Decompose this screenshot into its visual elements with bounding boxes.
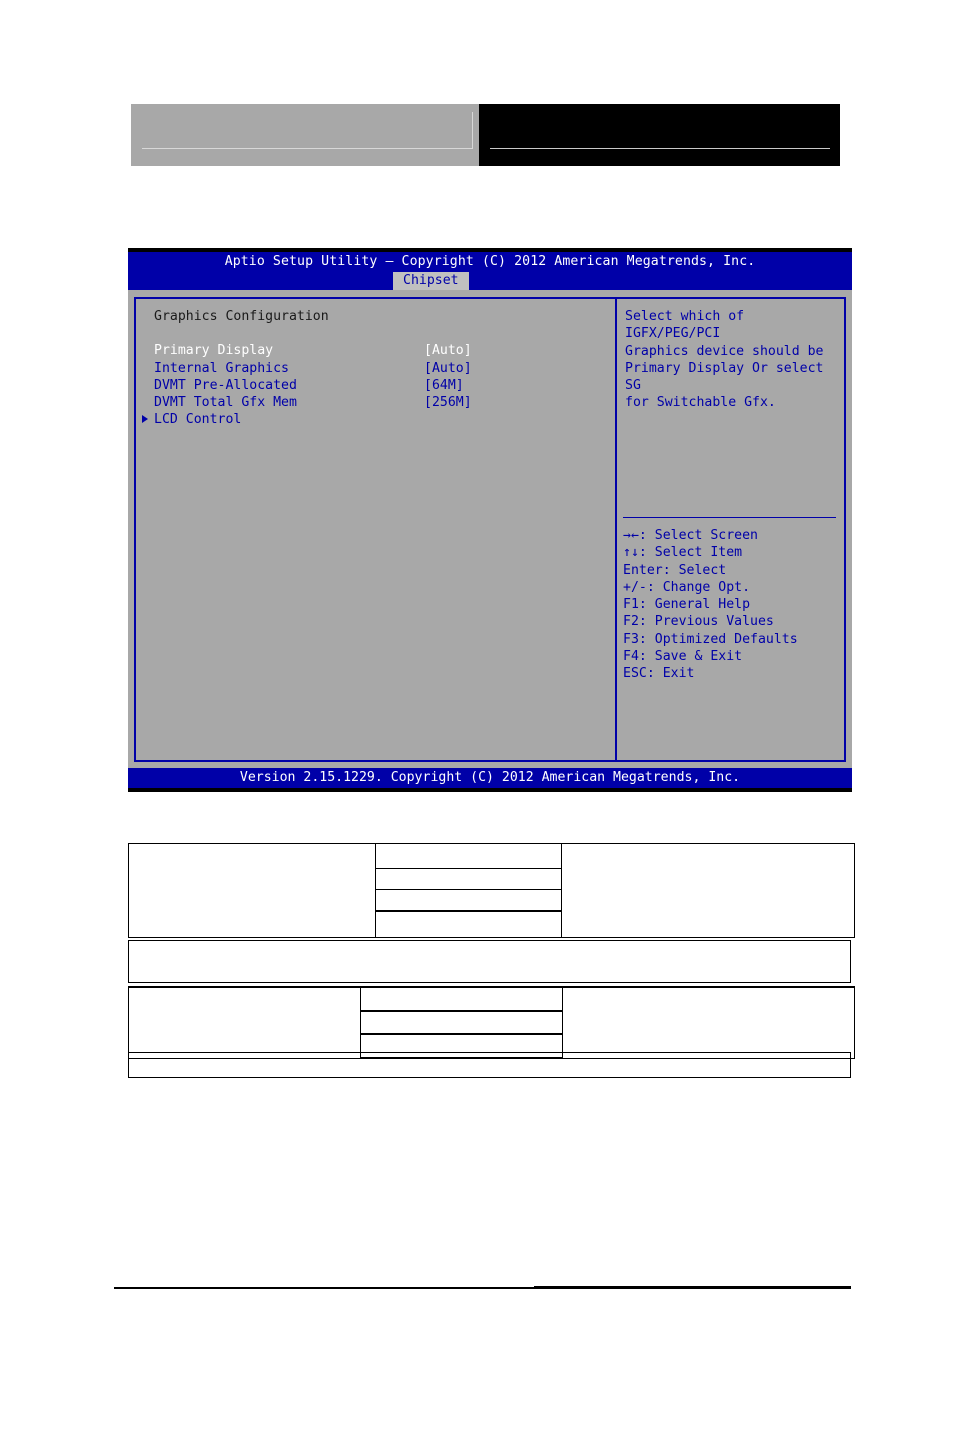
bios-panel-frame: Graphics Configuration Primary Display [… [134, 297, 846, 762]
header-right-horizontal-rule [490, 148, 830, 149]
table-cell-option-3 [375, 889, 562, 912]
page-bottom-rule-right [534, 1286, 851, 1289]
table-row [128, 940, 851, 983]
bios-setup-window: Aptio Setup Utility – Copyright (C) 2012… [128, 248, 852, 792]
option-label-dvmt-pre-allocated: DVMT Pre-Allocated [154, 377, 297, 393]
bios-tab-bar: Chipset [128, 272, 852, 290]
table-cell-description [562, 986, 855, 1059]
triangle-right-icon [142, 415, 148, 424]
navkey-f2-previous-values: F2: Previous Values [623, 614, 774, 630]
description-table-lower [128, 986, 855, 1059]
option-row-primary-display[interactable]: Primary Display [Auto] [154, 342, 615, 359]
option-label-primary-display: Primary Display [154, 343, 274, 359]
table-cell-option-2 [375, 868, 562, 890]
navkey-select-screen: →←: Select Screen [623, 528, 758, 543]
page-header-banner [131, 104, 840, 166]
option-label-dvmt-total-gfx-mem: DVMT Total Gfx Mem [154, 395, 297, 411]
header-box-left [131, 104, 479, 166]
header-left-vertical-rule [472, 112, 473, 148]
settings-pane: Graphics Configuration Primary Display [… [136, 299, 615, 760]
option-value-dvmt-total-gfx-mem[interactable]: [256M] [424, 394, 472, 411]
table-cell-option-4 [375, 910, 562, 938]
table-cell-note [128, 940, 851, 983]
table-cell-feature [128, 986, 361, 1059]
header-box-right [479, 104, 840, 166]
section-title-graphics-configuration: Graphics Configuration [154, 309, 329, 324]
option-row-dvmt-pre-allocated[interactable]: DVMT Pre-Allocated [64M] [154, 377, 615, 394]
table-cell-option-1 [375, 843, 562, 869]
header-left-horizontal-rule [142, 148, 473, 149]
navkey-select-item: ↑↓: Select Item [623, 545, 743, 561]
navkey-esc-exit: ESC: Exit [623, 666, 695, 682]
submenu-label-lcd-control: LCD Control [154, 412, 242, 428]
option-value-primary-display[interactable]: [Auto] [424, 342, 472, 359]
navkey-f3-optimized-defaults: F3: Optimized Defaults [623, 631, 798, 647]
option-row-dvmt-total-gfx-mem[interactable]: DVMT Total Gfx Mem [256M] [154, 394, 615, 411]
table-cell-feature [128, 843, 376, 938]
bios-footer-version: Version 2.15.1229. Copyright (C) 2012 Am… [128, 768, 852, 788]
table-cell-option-1 [360, 986, 563, 1012]
navigation-key-legend: →←: Select Screen ↑↓: Select Item Enter:… [623, 527, 798, 683]
table-row [128, 843, 855, 938]
help-line-3: Primary Display Or select SG [625, 360, 824, 394]
help-line-4: for Switchable Gfx. [625, 395, 776, 411]
option-row-internal-graphics[interactable]: Internal Graphics [Auto] [154, 360, 615, 377]
navkey-enter-select: Enter: Select [623, 562, 727, 578]
navkey-f4-save-and-exit: F4: Save & Exit [623, 649, 743, 665]
help-divider [623, 517, 836, 518]
navkey-change-opt: +/-: Change Opt. [623, 579, 751, 595]
option-value-internal-graphics[interactable]: [Auto] [424, 360, 472, 377]
table-row [128, 986, 855, 1059]
bios-bottom-strip [128, 788, 852, 792]
submenu-row-lcd-control[interactable]: LCD Control [142, 411, 615, 428]
help-line-2: Graphics device should be [625, 343, 824, 359]
table-cell-option-2 [360, 1010, 563, 1035]
note-table-upper [128, 940, 851, 983]
tab-chipset[interactable]: Chipset [393, 272, 469, 290]
navkey-f1-general-help: F1: General Help [623, 597, 751, 613]
table-row [128, 1052, 851, 1078]
help-pane: Select which of IGFX/PEG/PCI Graphics de… [617, 299, 844, 760]
bios-body: Graphics Configuration Primary Display [… [128, 290, 852, 768]
help-line-1: Select which of IGFX/PEG/PCI [625, 309, 745, 342]
bios-title-bar: Aptio Setup Utility – Copyright (C) 2012… [128, 252, 852, 272]
table-cell-note [128, 1052, 851, 1078]
option-value-dvmt-pre-allocated[interactable]: [64M] [424, 377, 464, 394]
option-label-internal-graphics: Internal Graphics [154, 360, 289, 376]
table-cell-description [561, 843, 855, 938]
description-table-upper [128, 843, 855, 938]
note-table-lower [128, 1052, 851, 1078]
